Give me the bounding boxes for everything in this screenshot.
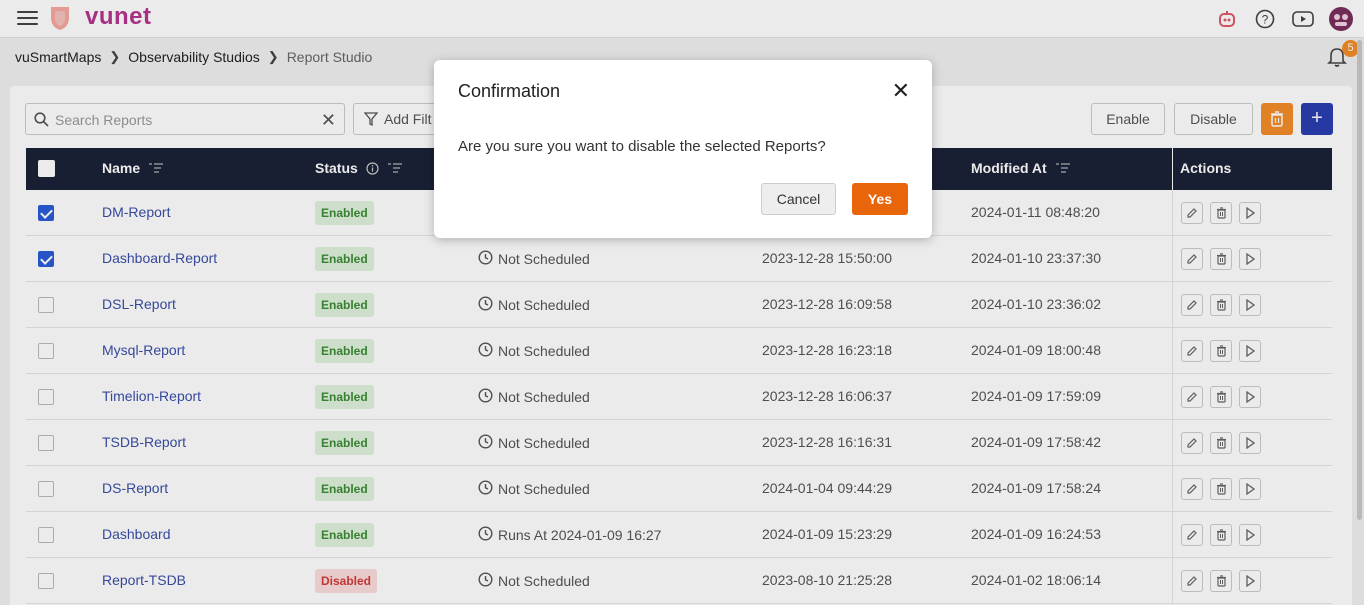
confirmation-dialog: Confirmation ✕ Are you sure you want to …	[434, 60, 932, 238]
dialog-message: Are you sure you want to disable the sel…	[458, 138, 826, 155]
yes-button[interactable]: Yes	[852, 183, 908, 215]
cancel-button[interactable]: Cancel	[761, 183, 836, 215]
close-icon[interactable]: ✕	[892, 78, 910, 104]
dialog-title: Confirmation	[458, 81, 561, 101]
